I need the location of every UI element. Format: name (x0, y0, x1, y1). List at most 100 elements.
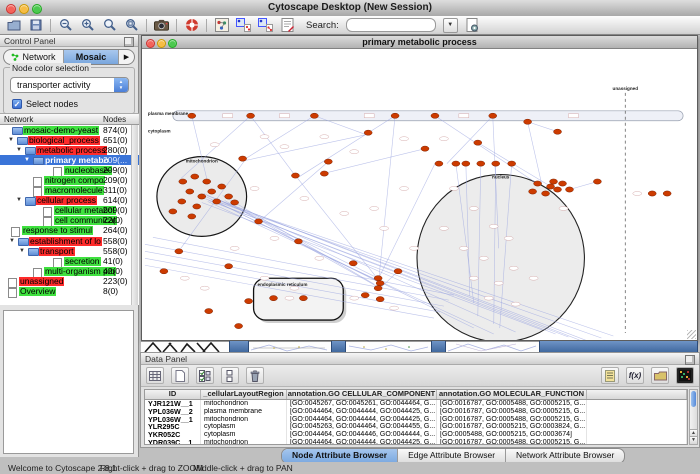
zoom-in-icon[interactable] (80, 18, 95, 33)
network-edge[interactable] (225, 200, 380, 288)
network-node[interactable] (550, 179, 558, 184)
expand-arrow-icon[interactable]: ▼ (24, 157, 30, 164)
select-attributes-icon[interactable] (196, 367, 214, 384)
table-header-cell[interactable]: annotation.GO MOLECULAR_FUNCTION (437, 390, 587, 399)
import-node-attributes-icon[interactable] (236, 18, 251, 33)
zoom-out-icon[interactable] (58, 18, 73, 33)
network-node[interactable] (474, 140, 482, 145)
tab-mosaic[interactable]: Mosaic (64, 50, 119, 64)
unselect-attributes-icon[interactable] (221, 367, 239, 384)
attribute-table-icon[interactable] (146, 367, 164, 384)
function-builder-icon[interactable]: f(x) (626, 367, 644, 384)
network-node[interactable] (391, 113, 399, 118)
zoom-window-icon[interactable] (168, 39, 177, 48)
table-scrollbar[interactable]: ▲ ▼ (689, 389, 698, 445)
network-node[interactable] (565, 187, 573, 192)
tree-row[interactable]: mosaic-demo-yeast874(0) (0, 125, 139, 135)
zoom-window-icon[interactable] (32, 4, 42, 14)
tree-row[interactable]: macromolecule311(0) (0, 186, 139, 196)
table-row[interactable]: YPL036W__1mitochondrion[GO:0044464, GO:0… (145, 416, 687, 424)
network-node[interactable] (247, 113, 255, 118)
network-node[interactable] (178, 199, 186, 204)
snapshot-camera-icon[interactable] (154, 18, 169, 33)
tree-row[interactable]: ▼establishment of lo558(0) (0, 236, 139, 246)
float-panel-icon[interactable] (685, 355, 695, 365)
network-node[interactable] (169, 209, 177, 214)
table-header-cell[interactable]: annotation.GO CELLULAR_COMPONENT (287, 390, 437, 399)
network-edge[interactable] (569, 182, 597, 190)
background-window-titlebar[interactable] (331, 341, 346, 352)
table-header-cell[interactable]: ID (145, 390, 201, 399)
zoom-selected-icon[interactable] (124, 18, 139, 33)
network-node[interactable] (376, 281, 384, 286)
search-config-icon[interactable] (465, 18, 480, 33)
tab-network[interactable]: Network (4, 50, 64, 64)
float-panel-icon[interactable] (124, 37, 134, 47)
tab-edge-attribute-browser[interactable]: Edge Attribute Browser (398, 449, 506, 463)
network-node[interactable] (320, 171, 328, 176)
network-node[interactable] (508, 161, 516, 166)
network-edge[interactable] (435, 116, 539, 185)
network-canvas[interactable]: plasma membranecytoplasmmitochondrionnuc… (142, 49, 697, 340)
scrollbar-thumb[interactable] (691, 391, 696, 407)
network-node[interactable] (291, 173, 299, 178)
network-node[interactable] (364, 130, 372, 135)
network-node[interactable] (188, 214, 196, 219)
network-edge[interactable] (327, 149, 425, 173)
network-edge[interactable] (246, 116, 315, 159)
tab-network-attribute-browser[interactable]: Network Attribute Browser (506, 449, 624, 463)
expand-arrow-icon[interactable]: ▼ (16, 147, 22, 154)
tab-node-attribute-browser[interactable]: Node Attribute Browser (282, 449, 398, 463)
app-titlebar[interactable]: Cytoscape Desktop (New Session) (0, 0, 700, 17)
help-lifesaver-icon[interactable] (184, 18, 199, 33)
network-node[interactable] (270, 296, 278, 301)
expand-arrow-icon[interactable]: ▼ (16, 197, 22, 204)
table-header-cell[interactable]: _cellularLayoutRegion (201, 390, 287, 399)
network-view-titlebar[interactable]: primary metabolic process (142, 36, 697, 49)
vizmapper-icon[interactable] (214, 18, 229, 33)
table-row[interactable]: YJR121W__1mitochondrion[GO:0045267, GO:0… (145, 400, 687, 408)
network-node[interactable] (245, 299, 253, 304)
network-node[interactable] (431, 113, 439, 118)
network-node[interactable] (663, 191, 671, 196)
tree-row[interactable]: nitrogen compo209(0) (0, 175, 139, 185)
network-node[interactable] (554, 187, 562, 192)
matrix-view-icon[interactable] (676, 367, 694, 384)
resize-grip[interactable] (687, 330, 696, 339)
tab-overflow-arrow-icon[interactable]: ▶ (119, 50, 134, 64)
network-node[interactable] (421, 146, 429, 151)
network-node[interactable] (435, 161, 443, 166)
network-node[interactable] (593, 179, 601, 184)
background-window-titlebar[interactable] (431, 341, 446, 352)
search-dropdown-icon[interactable]: ▼ (443, 18, 458, 33)
network-node[interactable] (477, 161, 485, 166)
tree-row[interactable]: ▼primary metabo209(... (0, 155, 139, 165)
expand-arrow-icon[interactable]: ▼ (9, 238, 15, 245)
tree-row[interactable]: ▼metabolic process280(0) (0, 145, 139, 155)
tree-row[interactable]: cellular metabol209(0) (0, 206, 139, 216)
node-color-dropdown[interactable]: transporter activity ▲▼ (10, 77, 129, 93)
table-header-cell[interactable] (587, 390, 687, 399)
table-row[interactable]: YPL036W__2plasma membrane[GO:0044464, GO… (145, 408, 687, 416)
scroll-down-icon[interactable]: ▼ (690, 436, 697, 444)
tree-row[interactable]: secretion41(0) (0, 256, 139, 266)
network-node[interactable] (255, 219, 263, 224)
network-node[interactable] (554, 129, 562, 134)
background-window-titlebar[interactable] (229, 341, 249, 352)
network-node[interactable] (175, 249, 183, 254)
network-node[interactable] (310, 113, 318, 118)
delete-attribute-icon[interactable] (246, 367, 264, 384)
network-node[interactable] (294, 239, 302, 244)
network-node[interactable] (225, 264, 233, 269)
open-session-icon[interactable] (6, 18, 21, 33)
network-node[interactable] (235, 323, 243, 328)
tree-row[interactable]: ▼transport558(0) (0, 246, 139, 256)
tree-row[interactable]: ▼cellular process614(0) (0, 196, 139, 206)
tree-scrollbar[interactable] (131, 125, 138, 305)
network-edge[interactable] (447, 116, 493, 164)
zoom-fit-icon[interactable] (102, 18, 117, 33)
tree-row[interactable]: multi-organism pro42(0) (0, 266, 139, 276)
network-node[interactable] (299, 296, 307, 301)
minimize-icon[interactable] (157, 39, 166, 48)
network-node[interactable] (361, 293, 369, 298)
